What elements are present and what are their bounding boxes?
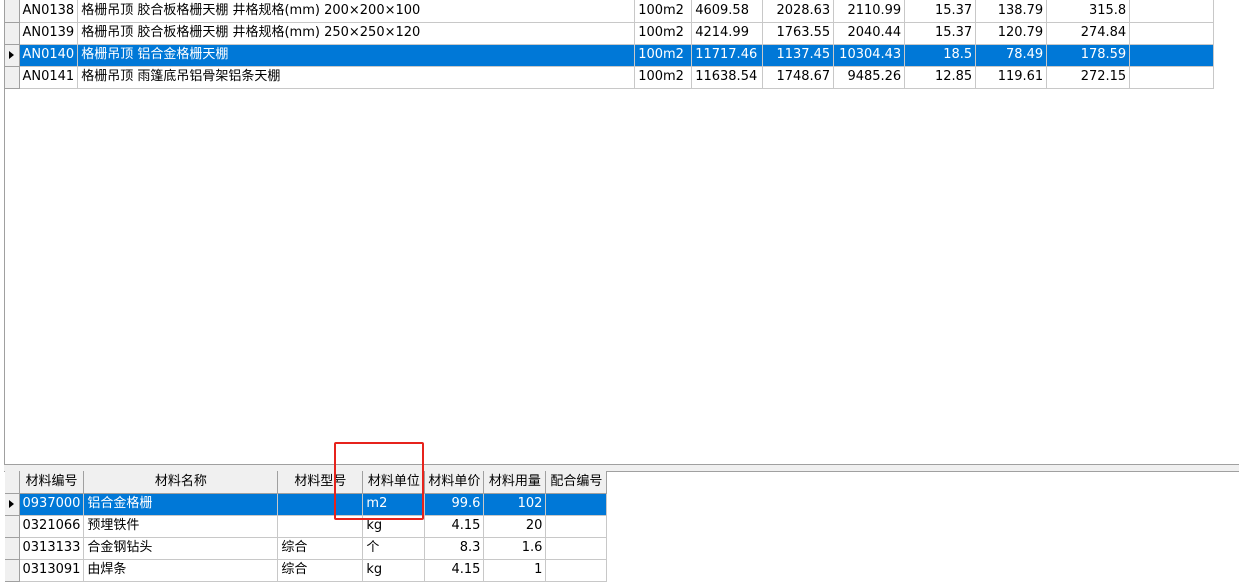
material-quantity-cell[interactable]: 1 xyxy=(483,559,547,582)
quota-value-cell[interactable]: 1137.45 xyxy=(762,44,835,67)
quota-value-cell[interactable]: 2110.99 xyxy=(833,0,906,23)
material-row-selected[interactable]: 0937000 铝合金格栅 m2 99.6 102 xyxy=(5,493,608,516)
material-code-cell[interactable]: 0321066 xyxy=(19,515,85,538)
material-unit-cell[interactable]: kg xyxy=(362,515,426,538)
quota-value-cell[interactable]: 272.15 xyxy=(1046,66,1131,89)
quota-value-cell[interactable]: 4214.99 xyxy=(691,22,764,45)
quota-unit-cell[interactable]: 100m2 xyxy=(634,66,693,89)
material-table[interactable]: 材料编号 材料名称 材料型号 材料单位 材料单价 材料用量 配合编号 09370… xyxy=(5,471,608,582)
quota-value-cell[interactable]: 9485.26 xyxy=(833,66,906,89)
row-indicator[interactable] xyxy=(5,0,20,23)
material-name-cell[interactable]: 铝合金格栅 xyxy=(83,493,279,516)
quota-value-cell[interactable]: 119.61 xyxy=(975,66,1048,89)
table-row[interactable]: AN0139 格栅吊顶 胶合板格栅天棚 井格规格(mm) 250×250×120… xyxy=(5,22,1215,45)
quota-name-cell[interactable]: 格栅吊顶 雨篷底吊铝骨架铝条天棚 xyxy=(77,66,636,89)
quota-value-cell[interactable]: 11717.46 xyxy=(691,44,764,67)
table-row[interactable]: AN0138 格栅吊顶 胶合板格栅天棚 井格规格(mm) 200×200×100… xyxy=(5,0,1215,23)
material-unit-cell[interactable]: kg xyxy=(362,559,426,582)
column-header-material-price[interactable]: 材料单价 xyxy=(424,471,485,494)
quota-value-cell[interactable]: 1748.67 xyxy=(762,66,835,89)
material-name-cell[interactable]: 合金钢钻头 xyxy=(83,537,279,560)
quota-value-cell[interactable]: 138.79 xyxy=(975,0,1048,23)
column-header-material-quantity[interactable]: 材料用量 xyxy=(483,471,547,494)
material-unit-cell[interactable]: m2 xyxy=(362,493,426,516)
quota-value-cell[interactable]: 15.37 xyxy=(904,22,977,45)
quota-code-cell[interactable]: AN0141 xyxy=(19,66,79,89)
quota-value-cell[interactable]: 315.8 xyxy=(1046,0,1131,23)
table-row-selected[interactable]: AN0140 格栅吊顶 铝合金格栅天棚 100m2 11717.46 1137.… xyxy=(5,44,1215,67)
quota-value-cell[interactable]: 120.79 xyxy=(975,22,1048,45)
material-price-cell[interactable]: 4.15 xyxy=(424,515,485,538)
material-header-row: 材料编号 材料名称 材料型号 材料单位 材料单价 材料用量 配合编号 xyxy=(5,471,608,494)
material-name-cell[interactable]: 由焊条 xyxy=(83,559,279,582)
mix-code-cell[interactable] xyxy=(545,537,608,560)
column-header-mix-code[interactable]: 配合编号 xyxy=(545,471,608,494)
quota-name-cell[interactable]: 格栅吊顶 胶合板格栅天棚 井格规格(mm) 200×200×100 xyxy=(77,0,636,23)
row-indicator[interactable] xyxy=(5,515,20,538)
quota-code-cell[interactable]: AN0138 xyxy=(19,0,79,23)
material-code-cell[interactable]: 0937000 xyxy=(19,493,85,516)
quota-name-cell[interactable]: 格栅吊顶 胶合板格栅天棚 井格规格(mm) 250×250×120 xyxy=(77,22,636,45)
column-header-material-code[interactable]: 材料编号 xyxy=(19,471,85,494)
quota-table[interactable]: AN0138 格栅吊顶 胶合板格栅天棚 井格规格(mm) 200×200×100… xyxy=(5,0,1215,89)
material-quantity-cell[interactable]: 102 xyxy=(483,493,547,516)
mix-code-cell[interactable] xyxy=(545,559,608,582)
quota-code-cell[interactable]: AN0139 xyxy=(19,22,79,45)
material-model-cell[interactable] xyxy=(277,493,364,516)
material-name-cell[interactable]: 预埋铁件 xyxy=(83,515,279,538)
quota-value-cell[interactable]: 11638.54 xyxy=(691,66,764,89)
column-header-material-unit[interactable]: 材料单位 xyxy=(362,471,426,494)
current-row-arrow-icon xyxy=(9,499,15,508)
material-model-cell[interactable]: 综合 xyxy=(277,559,364,582)
quota-unit-cell[interactable]: 100m2 xyxy=(634,22,693,45)
column-header-material-name[interactable]: 材料名称 xyxy=(83,471,279,494)
quota-name-cell[interactable]: 格栅吊顶 铝合金格栅天棚 xyxy=(77,44,636,67)
material-quantity-cell[interactable]: 20 xyxy=(483,515,547,538)
empty-cell xyxy=(1129,66,1215,89)
material-model-cell[interactable]: 综合 xyxy=(277,537,364,560)
material-code-cell[interactable]: 0313133 xyxy=(19,537,85,560)
header-corner xyxy=(5,471,20,494)
table-row[interactable]: AN0141 格栅吊顶 雨篷底吊铝骨架铝条天棚 100m2 11638.54 1… xyxy=(5,66,1215,89)
empty-cell xyxy=(1129,44,1215,67)
material-quantity-cell[interactable]: 1.6 xyxy=(483,537,547,560)
quota-value-cell[interactable]: 2028.63 xyxy=(762,0,835,23)
material-row[interactable]: 0313091 由焊条 综合 kg 4.15 1 xyxy=(5,559,608,582)
quota-value-cell[interactable]: 12.85 xyxy=(904,66,977,89)
material-row[interactable]: 0321066 预埋铁件 kg 4.15 20 xyxy=(5,515,608,538)
quota-value-cell[interactable]: 4609.58 xyxy=(691,0,764,23)
material-price-cell[interactable]: 4.15 xyxy=(424,559,485,582)
quota-value-cell[interactable]: 15.37 xyxy=(904,0,977,23)
quota-value-cell[interactable]: 78.49 xyxy=(975,44,1048,67)
quota-value-cell[interactable]: 18.5 xyxy=(904,44,977,67)
material-price-cell[interactable]: 8.3 xyxy=(424,537,485,560)
material-unit-cell[interactable]: 个 xyxy=(362,537,426,560)
empty-cell xyxy=(1129,0,1215,23)
row-indicator[interactable] xyxy=(5,559,20,582)
current-row-indicator[interactable] xyxy=(5,493,20,516)
material-model-cell[interactable] xyxy=(277,515,364,538)
mix-code-cell[interactable] xyxy=(545,493,608,516)
empty-cell xyxy=(1129,22,1215,45)
quota-value-cell[interactable]: 2040.44 xyxy=(833,22,906,45)
current-row-arrow-icon xyxy=(9,50,15,59)
quota-value-cell[interactable]: 274.84 xyxy=(1046,22,1131,45)
quota-unit-cell[interactable]: 100m2 xyxy=(634,0,693,23)
mix-code-cell[interactable] xyxy=(545,515,608,538)
material-row[interactable]: 0313133 合金钢钻头 综合 个 8.3 1.6 xyxy=(5,537,608,560)
quota-code-cell[interactable]: AN0140 xyxy=(19,44,79,67)
column-header-material-model[interactable]: 材料型号 xyxy=(277,471,364,494)
quota-value-cell[interactable]: 10304.43 xyxy=(833,44,906,67)
quota-value-cell[interactable]: 178.59 xyxy=(1046,44,1131,67)
quota-value-cell[interactable]: 1763.55 xyxy=(762,22,835,45)
row-indicator[interactable] xyxy=(5,66,20,89)
material-price-cell[interactable]: 99.6 xyxy=(424,493,485,516)
quota-unit-cell[interactable]: 100m2 xyxy=(634,44,693,67)
material-code-cell[interactable]: 0313091 xyxy=(19,559,85,582)
row-indicator[interactable] xyxy=(5,22,20,45)
row-indicator[interactable] xyxy=(5,537,20,560)
current-row-indicator[interactable] xyxy=(5,44,20,67)
